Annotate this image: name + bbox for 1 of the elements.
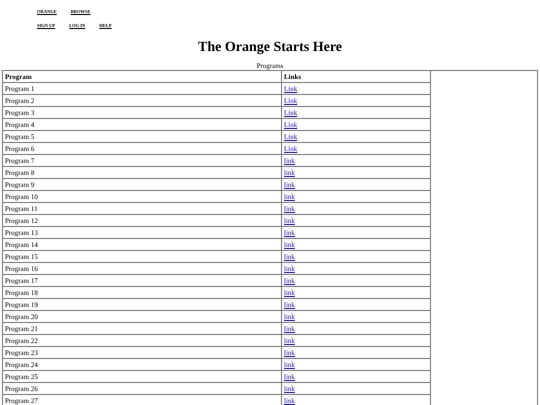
page-title: The Orange Starts Here	[197, 40, 343, 56]
